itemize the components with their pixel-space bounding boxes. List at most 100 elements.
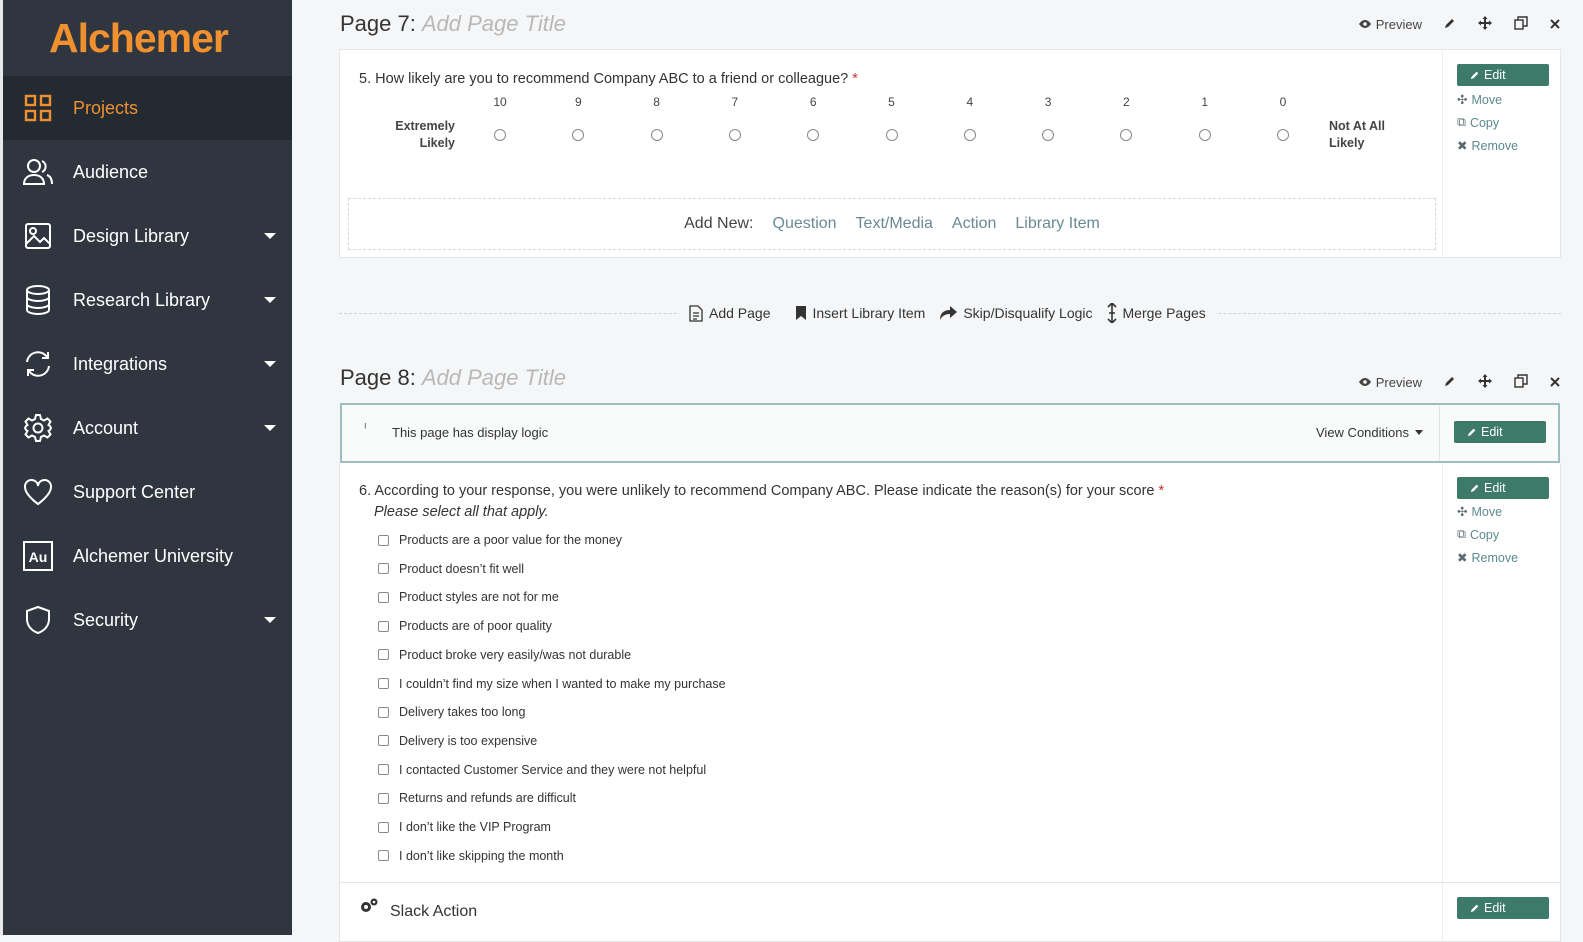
page-title-input[interactable]: Add Page Title [422, 365, 566, 391]
scale-radio[interactable] [494, 129, 506, 141]
sidebar-item-label: Security [73, 609, 139, 630]
move-icon[interactable] [1478, 373, 1492, 391]
option-row[interactable]: Delivery is too expensive [378, 734, 537, 748]
scale-number: 7 [731, 95, 739, 109]
copy-icon[interactable] [1514, 373, 1528, 391]
sidebar-item-label: Projects [73, 97, 139, 118]
view-conditions-dropdown[interactable]: View Conditions [1316, 425, 1423, 440]
pencil-icon[interactable] [1444, 375, 1456, 390]
option-row[interactable]: I couldn’t find my size when I wanted to… [378, 677, 726, 691]
add-text-media-link[interactable]: Text/Media [856, 215, 933, 233]
chevron-down-icon[interactable] [264, 617, 276, 623]
option-row[interactable]: I don’t like the VIP Program [378, 820, 551, 834]
scale-radio[interactable] [807, 129, 820, 141]
option-checkbox[interactable] [378, 735, 389, 747]
sidebar-item-security[interactable]: Security [3, 588, 292, 652]
move-button[interactable]: ✣ Move [1443, 88, 1518, 111]
copy-button[interactable]: ⧉ Copy [1443, 523, 1518, 546]
option-checkbox[interactable] [378, 678, 389, 689]
option-checkbox[interactable] [378, 563, 389, 575]
preview-button[interactable]: Preview [1358, 375, 1422, 390]
scale-radio[interactable] [1120, 129, 1133, 141]
option-checkbox[interactable] [378, 620, 389, 632]
slack-action-label: Slack Action [390, 903, 478, 920]
sidebar-item-integrations[interactable]: Integrations [3, 332, 292, 396]
sidebar-item-research-library[interactable]: Research Library [3, 268, 292, 332]
option-row[interactable]: Product doesn’t fit well [378, 562, 524, 576]
edit-button[interactable]: Edit [1457, 897, 1549, 919]
preview-label: Preview [1375, 16, 1422, 32]
option-row[interactable]: Products are a poor value for the money [378, 533, 622, 547]
add-question-link[interactable]: Question [773, 215, 837, 233]
option-row[interactable]: I contacted Customer Service and they we… [378, 763, 706, 777]
option-label: Product styles are not for me [399, 590, 559, 605]
option-checkbox[interactable] [378, 850, 389, 862]
chevron-down-icon[interactable] [264, 233, 276, 239]
remove-button[interactable]: ✖ Remove [1443, 546, 1518, 569]
close-icon[interactable] [1550, 375, 1560, 390]
option-label: Returns and refunds are difficult [399, 791, 576, 806]
add-action-link[interactable]: Action [952, 215, 996, 233]
chevron-down-icon[interactable] [264, 297, 276, 303]
add-library-item-link[interactable]: Library Item [1015, 215, 1099, 233]
skip-logic-button[interactable]: Skip/Disqualify Logic [939, 305, 1093, 321]
sidebar-item-support-center[interactable]: Support Center [3, 460, 292, 524]
option-checkbox[interactable] [378, 792, 389, 804]
option-row[interactable]: I don’t like skipping the month [378, 849, 564, 863]
sidebar: Alchemer Projects Audience Design Librar… [0, 0, 292, 935]
chevron-down-icon[interactable] [264, 425, 276, 431]
edit-button[interactable]: Edit [1457, 64, 1549, 86]
au-icon: Au [21, 539, 55, 573]
heart-icon [21, 475, 55, 509]
users-icon [21, 155, 55, 189]
scale-radio[interactable] [885, 129, 898, 141]
document-icon [689, 304, 703, 322]
scale-radio[interactable] [963, 129, 976, 141]
sidebar-item-audience[interactable]: Audience [3, 140, 292, 204]
option-checkbox[interactable] [378, 649, 389, 661]
option-checkbox[interactable] [378, 706, 389, 718]
brand-logo[interactable]: Alchemer [3, 0, 292, 76]
option-checkbox[interactable] [378, 534, 389, 546]
option-label: I don’t like skipping the month [399, 848, 564, 863]
logic-edit-button[interactable]: Edit [1454, 421, 1546, 443]
sidebar-item-label: Account [73, 417, 139, 438]
move-icon: ✣ [1457, 93, 1468, 107]
sidebar-item-design-library[interactable]: Design Library [3, 204, 292, 268]
scale-radio[interactable] [1198, 129, 1211, 141]
bookmark-icon [795, 306, 806, 320]
merge-pages-button[interactable]: Merge Pages [1106, 303, 1206, 323]
sidebar-item-projects[interactable]: Projects [3, 76, 292, 140]
option-checkbox[interactable] [378, 591, 389, 603]
scale-radio[interactable] [650, 129, 663, 141]
move-icon[interactable] [1478, 15, 1492, 33]
scale-radio[interactable] [728, 129, 741, 141]
option-checkbox[interactable] [378, 764, 389, 776]
remove-button[interactable]: ✖ Remove [1443, 134, 1518, 157]
close-icon[interactable] [1550, 17, 1560, 32]
option-row[interactable]: Product styles are not for me [378, 590, 559, 604]
option-row[interactable]: Returns and refunds are difficult [378, 791, 576, 805]
option-row[interactable]: Delivery takes too long [378, 705, 525, 719]
scale-radio[interactable] [1277, 129, 1289, 141]
page-title-input[interactable]: Add Page Title [422, 11, 566, 37]
close-icon: ✖ [1457, 551, 1468, 565]
option-label: Product doesn’t fit well [399, 561, 525, 576]
sidebar-item-alchemer-university[interactable]: Au Alchemer University [3, 524, 292, 588]
scale-radio[interactable] [1042, 129, 1055, 141]
edit-button[interactable]: Edit [1457, 477, 1549, 499]
copy-icon[interactable] [1514, 15, 1528, 33]
option-row[interactable]: Product broke very easily/was not durabl… [378, 648, 631, 662]
chevron-down-icon[interactable] [264, 361, 276, 367]
pencil-icon[interactable] [1444, 17, 1456, 32]
option-row[interactable]: Products are of poor quality [378, 619, 552, 633]
preview-button[interactable]: Preview [1358, 17, 1422, 32]
option-checkbox[interactable] [378, 821, 389, 833]
move-button[interactable]: ✣ Move [1443, 500, 1518, 523]
scale-radio[interactable] [572, 129, 585, 141]
copy-button[interactable]: ⧉ Copy [1443, 111, 1518, 134]
sidebar-item-account[interactable]: Account [3, 396, 292, 460]
insert-library-item-button[interactable]: Insert Library Item [795, 305, 925, 321]
add-page-button[interactable]: Add Page [689, 304, 771, 322]
share-arrow-icon [940, 306, 958, 320]
